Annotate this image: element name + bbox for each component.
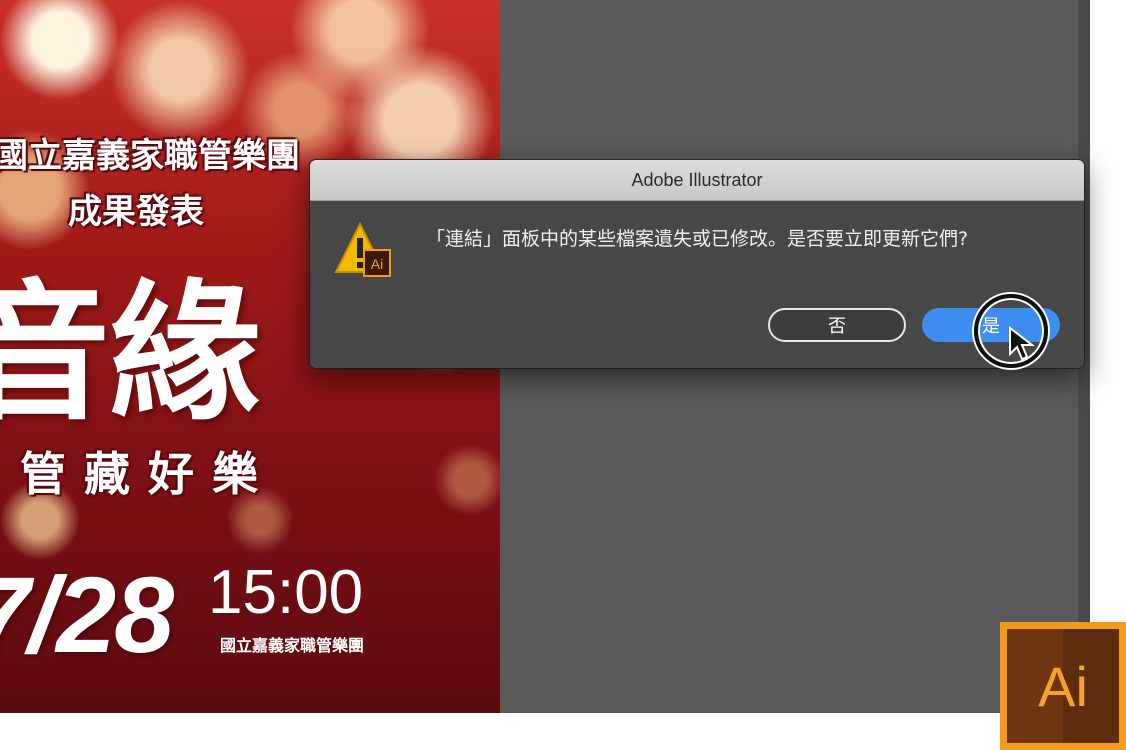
illustrator-logo-inner: Ai [1007, 629, 1119, 743]
poster-org: 國立嘉義家職管樂團 [220, 636, 365, 655]
warning-icon: Ai [334, 222, 391, 277]
dialog-title: Adobe Illustrator [631, 169, 763, 190]
poster-title: 音緣 [0, 265, 261, 441]
bottom-margin [0, 713, 1000, 750]
no-button[interactable]: 否 [768, 308, 906, 342]
mouse-pointer-icon [1009, 326, 1035, 361]
poster-subtitle: 管藏好樂 [20, 447, 276, 501]
poster-date: 7/28 [0, 554, 174, 675]
dialog-message: 「連結」面板中的某些檔案遺失或已修改。是否要立即更新它們? [426, 228, 969, 250]
poster-line2: 成果發表 [68, 192, 204, 232]
poster-line1: 國立嘉義家職管樂團 [0, 136, 300, 176]
alert-dialog: Adobe Illustrator Ai 「連結」面板中的某些檔案遺失或已修改。… [310, 160, 1084, 368]
poster-time: 15:00 [208, 558, 364, 627]
dialog-titlebar: Adobe Illustrator [310, 160, 1084, 201]
warning-icon-badge: Ai [371, 256, 383, 272]
illustrator-logo: Ai [1000, 622, 1126, 750]
illustrator-logo-text: Ai [1038, 654, 1088, 718]
